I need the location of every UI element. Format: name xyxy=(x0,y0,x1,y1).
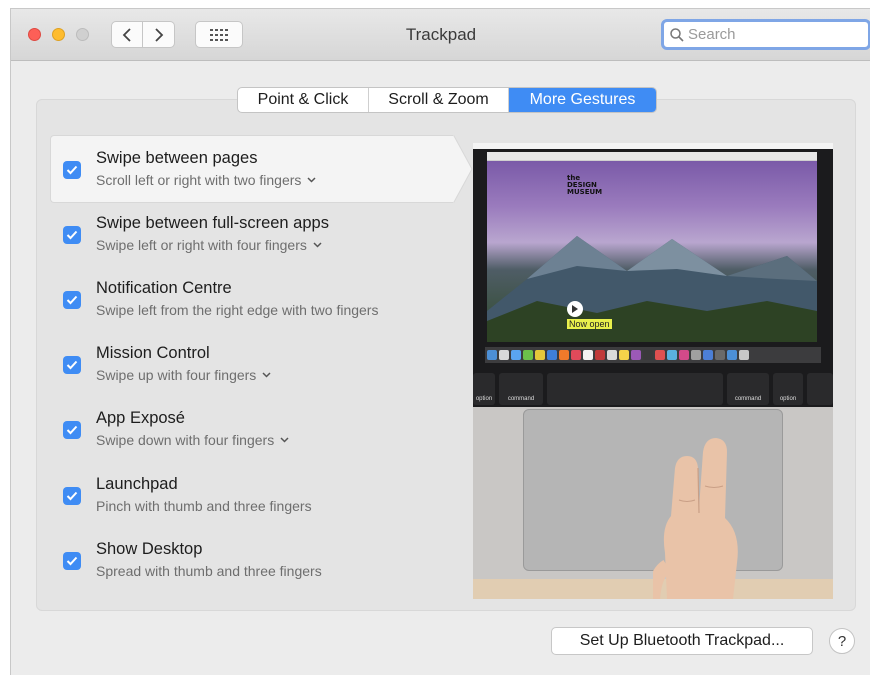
gesture-title: Launchpad xyxy=(96,475,178,493)
play-icon xyxy=(567,301,583,317)
gesture-title: Swipe between pages xyxy=(96,149,258,167)
gesture-title: Mission Control xyxy=(96,344,210,362)
preview-menu-bar xyxy=(473,143,833,149)
gesture-subtitle: Scroll left or right with two fingers xyxy=(96,172,302,188)
checkbox-app-expose[interactable] xyxy=(63,421,81,439)
chevron-down-icon xyxy=(307,177,316,183)
gesture-launchpad[interactable]: Launchpad Pinch with thumb and three fin… xyxy=(37,464,467,526)
chevron-right-icon xyxy=(154,27,163,42)
design-museum-logo: the DESIGN MUSEUM xyxy=(567,175,602,196)
gesture-preview-video: the DESIGN MUSEUM Now open option comman… xyxy=(473,143,833,599)
checkbox-show-desktop[interactable] xyxy=(63,552,81,570)
search-placeholder: Search xyxy=(688,26,736,43)
preview-laptop-screen: the DESIGN MUSEUM Now open xyxy=(473,143,833,371)
checkmark-icon xyxy=(66,230,78,240)
gesture-app-expose[interactable]: App Exposé Swipe down with four fingers xyxy=(37,398,467,460)
tab-point-click[interactable]: Point & Click xyxy=(238,88,369,112)
checkmark-icon xyxy=(66,360,78,370)
key-command-left: command xyxy=(499,373,543,405)
preview-browser-window: the DESIGN MUSEUM Now open xyxy=(487,152,817,342)
grid-icon xyxy=(210,28,228,41)
preview-website-hero: the DESIGN MUSEUM Now open xyxy=(487,161,817,342)
minimize-button[interactable] xyxy=(52,28,65,41)
title-bar: Trackpad Search xyxy=(11,9,870,61)
gesture-mission-control[interactable]: Mission Control Swipe up with four finge… xyxy=(37,333,467,395)
tab-more-gestures[interactable]: More Gestures xyxy=(509,88,656,112)
gesture-title: Show Desktop xyxy=(96,540,203,558)
checkbox-launchpad[interactable] xyxy=(63,487,81,505)
gesture-subtitle: Spread with thumb and three fingers xyxy=(96,563,322,579)
gesture-swipe-full-screen-apps[interactable]: Swipe between full-screen apps Swipe lef… xyxy=(37,203,467,265)
checkmark-icon xyxy=(66,295,78,305)
chevron-down-icon xyxy=(262,372,271,378)
checkbox-notification-centre[interactable] xyxy=(63,291,81,309)
window-title: Trackpad xyxy=(405,25,477,44)
checkmark-icon xyxy=(66,556,78,566)
gestures-panel: Swipe between pages Scroll left or right… xyxy=(36,99,856,611)
checkmark-icon xyxy=(66,165,78,175)
system-preferences-window: Trackpad Search Point & Click Scroll & Z… xyxy=(10,8,870,675)
key-arrow xyxy=(807,373,833,405)
checkbox-mission-control[interactable] xyxy=(63,356,81,374)
search-field[interactable]: Search xyxy=(661,19,870,50)
key-command-right: command xyxy=(727,373,769,405)
gesture-title: Notification Centre xyxy=(96,279,232,297)
tab-bar: Point & Click Scroll & Zoom More Gesture… xyxy=(237,87,657,113)
gesture-show-desktop[interactable]: Show Desktop Spread with thumb and three… xyxy=(37,529,467,591)
gesture-subtitle: Swipe up with four fingers xyxy=(96,367,257,383)
tab-scroll-zoom[interactable]: Scroll & Zoom xyxy=(369,88,509,112)
preview-dock xyxy=(485,347,821,363)
gesture-option-dropdown[interactable]: Swipe down with four fingers xyxy=(96,432,289,448)
gesture-subtitle: Swipe down with four fingers xyxy=(96,432,275,448)
chevron-left-icon xyxy=(122,27,131,42)
key-space xyxy=(547,373,723,405)
gesture-swipe-between-pages[interactable]: Swipe between pages Scroll left or right… xyxy=(37,138,467,200)
museum-roof-illustration xyxy=(487,236,817,342)
checkmark-icon xyxy=(66,491,78,501)
chevron-down-icon xyxy=(313,242,322,248)
gesture-subtitle: Swipe left from the right edge with two … xyxy=(96,302,379,318)
checkbox-swipe-between-pages[interactable] xyxy=(63,161,81,179)
gesture-option-dropdown[interactable]: Swipe left or right with four fingers xyxy=(96,237,322,253)
chevron-down-icon xyxy=(280,437,289,443)
gesture-option-dropdown[interactable]: Scroll left or right with two fingers xyxy=(96,172,316,188)
gesture-subtitle: Swipe left or right with four fingers xyxy=(96,237,307,253)
show-all-button[interactable] xyxy=(195,21,243,48)
now-open-banner: Now open xyxy=(567,319,612,329)
checkmark-icon xyxy=(66,425,78,435)
gesture-option-dropdown[interactable]: Swipe up with four fingers xyxy=(96,367,271,383)
help-button[interactable]: ? xyxy=(829,628,855,654)
search-icon xyxy=(670,27,684,42)
checkbox-swipe-full-screen-apps[interactable] xyxy=(63,226,81,244)
key-option-left: option xyxy=(473,373,495,405)
key-option-right: option xyxy=(773,373,803,405)
back-button[interactable] xyxy=(111,21,143,48)
logo-line: MUSEUM xyxy=(567,188,603,196)
gesture-subtitle: Pinch with thumb and three fingers xyxy=(96,498,312,514)
gesture-notification-centre[interactable]: Notification Centre Swipe left from the … xyxy=(37,268,467,330)
gesture-title: App Exposé xyxy=(96,409,185,427)
zoom-button xyxy=(76,28,89,41)
gesture-title: Swipe between full-screen apps xyxy=(96,214,329,232)
close-button[interactable] xyxy=(28,28,41,41)
two-finger-hand-illustration xyxy=(653,438,738,599)
forward-button[interactable] xyxy=(143,21,175,48)
preview-keyboard-row: option command command option xyxy=(473,371,833,407)
setup-bluetooth-trackpad-button[interactable]: Set Up Bluetooth Trackpad... xyxy=(551,627,813,655)
